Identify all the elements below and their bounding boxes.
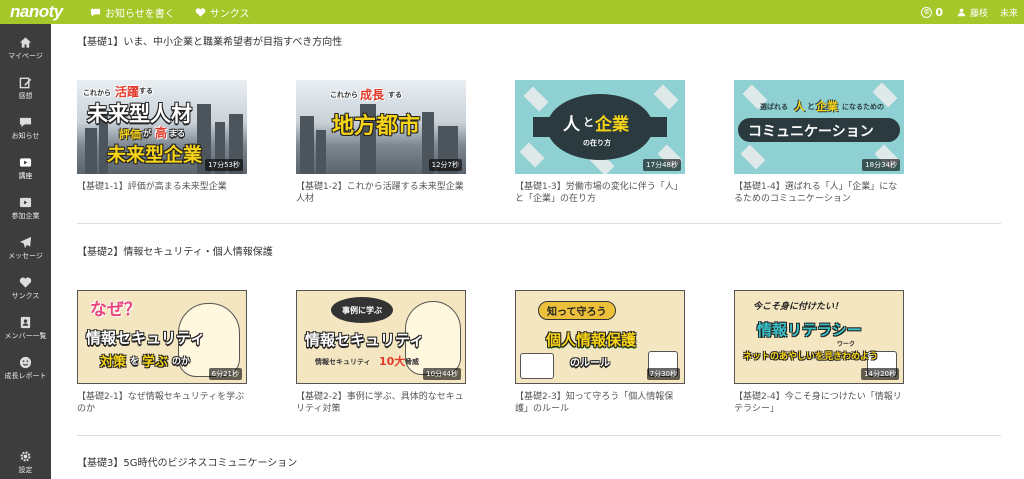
sidebar-item-companies[interactable]: 参加企業 xyxy=(0,196,51,221)
sidebar-item-label: メッセージ xyxy=(8,252,43,260)
duration-badge: 17分53秒 xyxy=(205,159,243,171)
sidebar: マイページ 感想 お知らせ 講座 参加企業 メッセージ サンクス メンバー一覧 … xyxy=(0,24,51,479)
heart-icon xyxy=(195,7,206,17)
duration-badge: 12分7秒 xyxy=(428,159,462,171)
course-title[interactable]: 【基礎2-4】今こそ身につけたい「情報リテラシー」 xyxy=(734,391,902,415)
course-thumbnail: これから 成長 する 地方都市 12分7秒 xyxy=(296,80,466,174)
sidebar-item-label: 感想 xyxy=(18,92,33,100)
course-title[interactable]: 【基礎1-4】選ばれる「人」「企業」になるためのコミュニケーション xyxy=(734,181,902,205)
duration-badge: 17分48秒 xyxy=(643,159,681,171)
chat-icon xyxy=(19,117,32,128)
duration-badge: 18分34秒 xyxy=(862,159,900,171)
coin-counter[interactable]: © 0 xyxy=(921,6,943,19)
duration-badge: 6分21秒 xyxy=(208,368,242,380)
sidebar-item-notices[interactable]: お知らせ xyxy=(0,116,51,141)
course-title[interactable]: 【基礎2-1】なぜ情報セキュリティを学ぶのか xyxy=(77,391,245,415)
top-bar: nanoty お知らせを書く サンクス © 0 藤枝 未来 xyxy=(0,0,1024,24)
sidebar-item-members[interactable]: メンバー一覧 xyxy=(0,316,51,341)
course-thumbnail: 今こそ身に付けたい！ 情報リテラシー ワーク ネットのあやしいを見きわめよう 1… xyxy=(734,290,904,384)
edit-icon xyxy=(19,77,32,89)
course-card[interactable]: 今こそ身に付けたい！ 情報リテラシー ワーク ネットのあやしいを見きわめよう 1… xyxy=(734,290,904,415)
course-thumbnail: 知って守ろう 個人情報保護 のルール 7分30秒 xyxy=(515,290,685,384)
smile-icon xyxy=(19,356,32,369)
sidebar-item-label: お知らせ xyxy=(11,132,40,140)
user-name: 藤枝 xyxy=(969,8,988,19)
home-icon xyxy=(19,37,32,48)
course-card[interactable]: 人 と 企業 の在り方 17分48秒 【基礎1-3】労働市場の変化に伴う「人」と… xyxy=(515,80,685,205)
course-thumbnail: なぜ？ 情報セキュリティ 対策 を 学ぶ のか 6分21秒 xyxy=(77,290,247,384)
course-card[interactable]: これから 成長 する 地方都市 12分7秒 【基礎1-2】これから活躍する未来型… xyxy=(296,80,466,205)
sidebar-item-mypage[interactable]: マイページ xyxy=(0,36,51,61)
sidebar-item-messages[interactable]: メッセージ xyxy=(0,236,51,261)
sidebar-item-label: 参加企業 xyxy=(11,212,40,220)
section-title: 【基礎1】いま、中小企業と職業希望者が目指すべき方向性 xyxy=(77,37,343,48)
thanks-button[interactable]: サンクス xyxy=(195,5,250,20)
paper-plane-icon xyxy=(19,236,32,249)
course-title[interactable]: 【基礎1-3】労働市場の変化に伴う「人」と「企業」の在り方 xyxy=(515,181,683,205)
section-title: 【基礎2】情報セキュリティ・個人情報保護 xyxy=(77,247,273,258)
duration-badge: 14分20秒 xyxy=(861,368,899,380)
course-card[interactable]: これから 活躍 する 未来型人材 評価 が 高 まる 未来型企業 17分53秒 … xyxy=(77,80,247,193)
sidebar-item-label: 講座 xyxy=(18,172,33,180)
user-extra: 未来 xyxy=(999,8,1018,19)
course-title[interactable]: 【基礎1-1】評価が高まる未来型企業 xyxy=(77,181,245,193)
coin-icon: © xyxy=(921,6,933,18)
sidebar-item-label: メンバー一覧 xyxy=(4,332,47,340)
address-book-icon xyxy=(20,316,31,329)
sidebar-item-settings[interactable]: 設定 xyxy=(0,450,51,475)
gear-icon xyxy=(20,451,31,462)
section-title: 【基礎3】5G時代のビジネスコミュニケーション xyxy=(77,458,298,469)
post-notice-label: お知らせを書く xyxy=(105,8,175,20)
section-divider xyxy=(77,435,1001,436)
nanoty-logo[interactable]: nanoty xyxy=(0,2,70,22)
sidebar-item-courses[interactable]: 講座 xyxy=(0,156,51,181)
coin-count: 0 xyxy=(935,5,943,19)
sidebar-item-label: マイページ xyxy=(8,52,43,60)
play-icon xyxy=(19,158,32,167)
thanks-label: サンクス xyxy=(209,8,250,20)
sidebar-item-label: サンクス xyxy=(11,292,40,300)
building-icon xyxy=(19,197,32,208)
course-title[interactable]: 【基礎2-3】知って守ろう「個人情報保護」のルール xyxy=(515,391,683,415)
course-card[interactable]: なぜ？ 情報セキュリティ 対策 を 学ぶ のか 6分21秒 【基礎2-1】なぜ情… xyxy=(77,290,247,415)
course-thumbnail: 選ばれる 人 と 企業 になるための コミュニケーション 18分34秒 xyxy=(734,80,904,174)
duration-badge: 10分44秒 xyxy=(423,368,461,380)
sidebar-item-review[interactable]: 感想 xyxy=(0,76,51,101)
user-icon xyxy=(957,8,966,16)
course-card[interactable]: 事例に学ぶ 情報セキュリティ 情報セキュリティ 10大 脅威 10分44秒 【基… xyxy=(296,290,466,415)
course-thumbnail: 事例に学ぶ 情報セキュリティ 情報セキュリティ 10大 脅威 10分44秒 xyxy=(296,290,466,384)
section-divider xyxy=(77,223,1001,224)
post-notice-button[interactable]: お知らせを書く xyxy=(90,5,175,20)
course-thumbnail: これから 活躍 する 未来型人材 評価 が 高 まる 未来型企業 17分53秒 xyxy=(77,80,247,174)
user-menu[interactable]: 藤枝 未来 xyxy=(957,6,1018,19)
course-card[interactable]: 選ばれる 人 と 企業 になるための コミュニケーション 18分34秒 【基礎1… xyxy=(734,80,904,205)
heart-icon xyxy=(19,277,32,288)
course-card[interactable]: 知って守ろう 個人情報保護 のルール 7分30秒 【基礎2-3】知って守ろう「個… xyxy=(515,290,685,415)
sidebar-item-thanks[interactable]: サンクス xyxy=(0,276,51,301)
sidebar-item-growth-report[interactable]: 成長レポート xyxy=(0,356,51,381)
duration-badge: 7分30秒 xyxy=(646,368,680,380)
course-thumbnail: 人 と 企業 の在り方 17分48秒 xyxy=(515,80,685,174)
course-title[interactable]: 【基礎2-2】事例に学ぶ、具体的なセキュリティ対策 xyxy=(296,391,464,415)
sidebar-item-label: 設定 xyxy=(18,466,33,474)
sidebar-item-label: 成長レポート xyxy=(4,372,47,380)
course-list: 【基礎1】いま、中小企業と職業希望者が目指すべき方向性 これから 活躍 する 未… xyxy=(51,24,1024,479)
chat-icon xyxy=(90,8,101,17)
course-title[interactable]: 【基礎1-2】これから活躍する未来型企業人材 xyxy=(296,181,464,205)
